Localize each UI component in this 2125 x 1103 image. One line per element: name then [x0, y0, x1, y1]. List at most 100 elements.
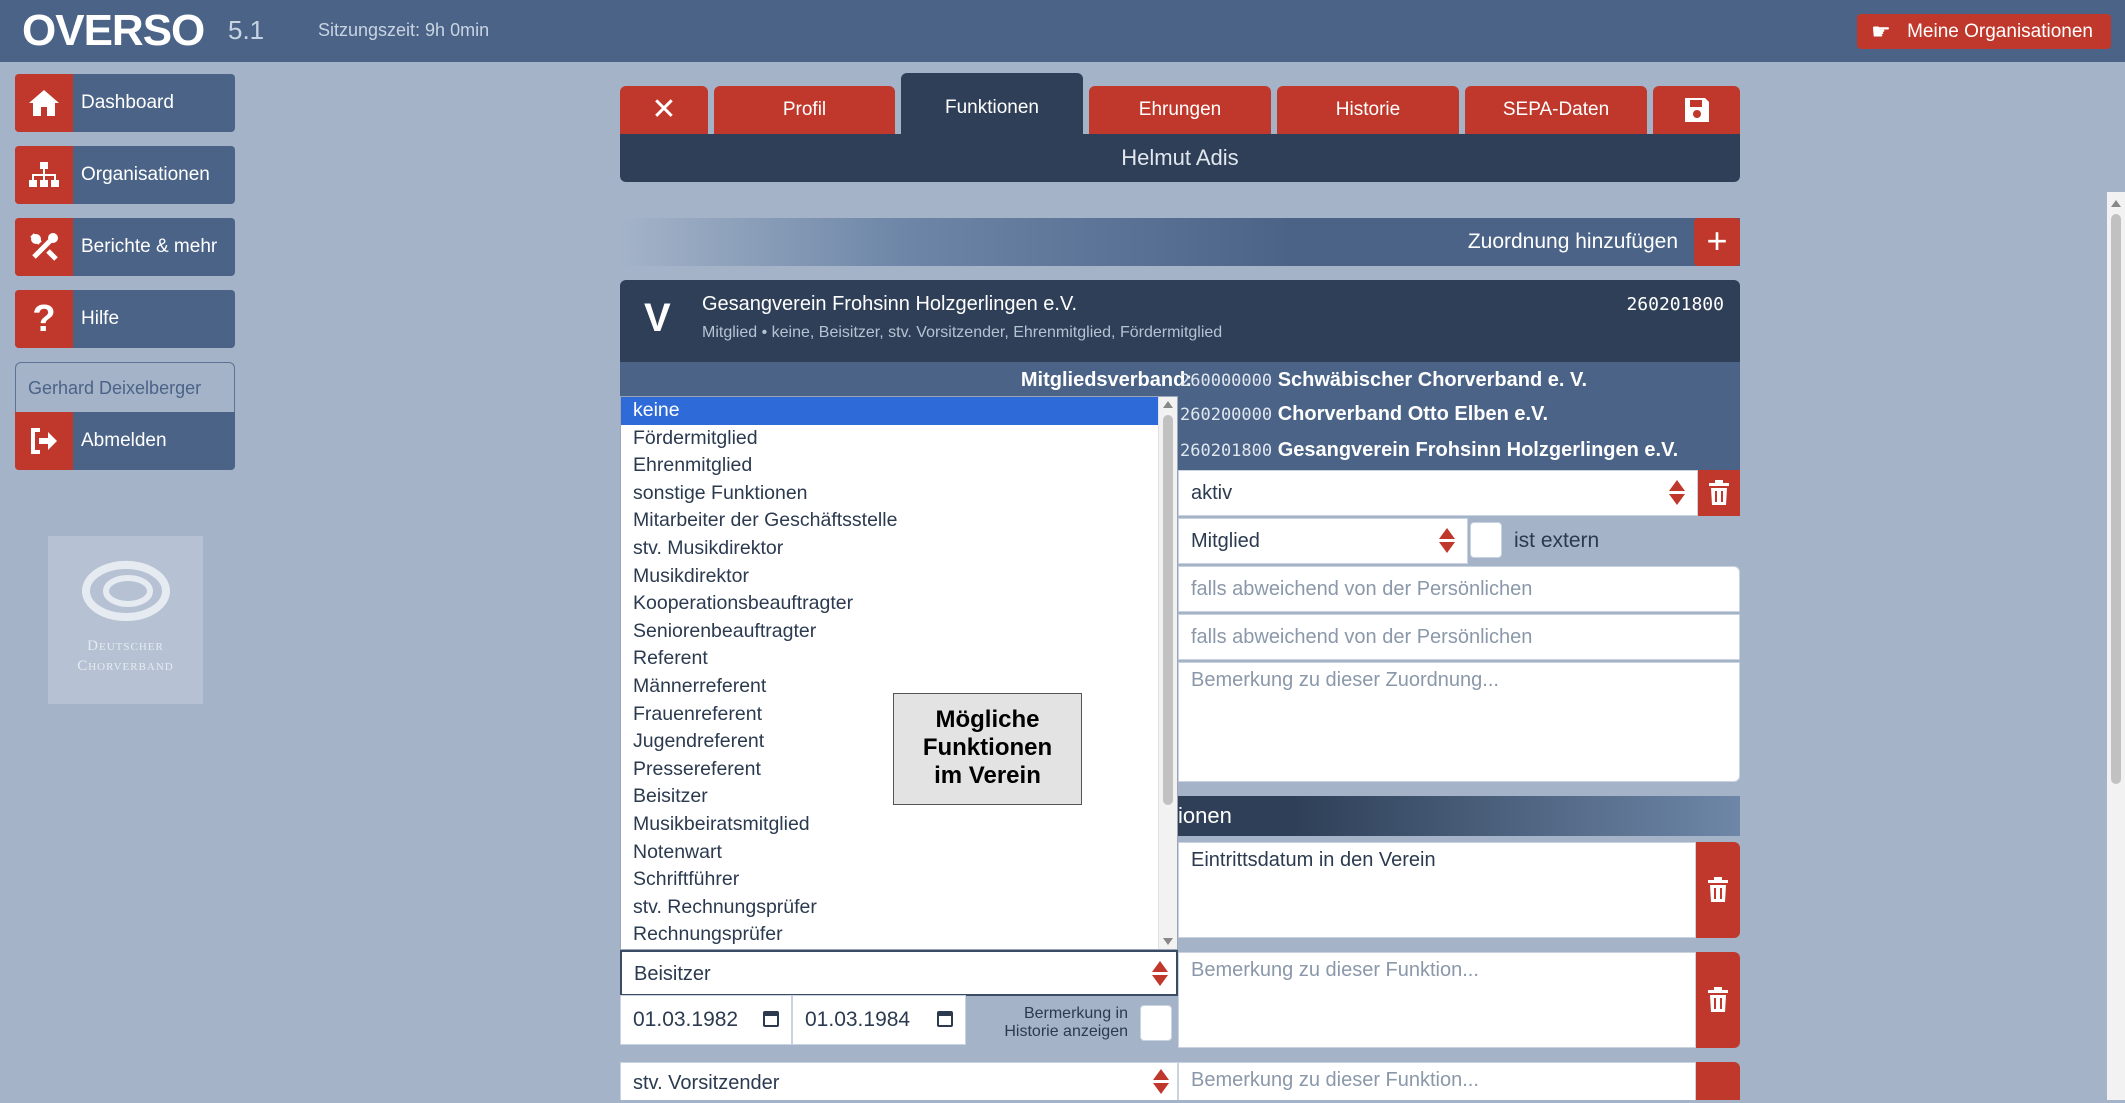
hierarchy-name: Gesangverein Frohsinn Holzgerlingen e.V. [1277, 439, 1679, 461]
deviating-field-1[interactable]: falls abweichend von der Persönlichen [1178, 566, 1740, 612]
date-to-value: 01.03.1984 [805, 1008, 911, 1031]
functions-heading: ionen [1178, 803, 1232, 828]
hierarchy-name: Chorverband Otto Elben e.V. [1277, 403, 1549, 425]
partner-logo-text: Deutscher Chorverband [48, 636, 203, 676]
date-to-input[interactable]: 01.03.1984 [792, 995, 966, 1045]
dropdown-option[interactable]: Kooperationsbeauftragter [621, 590, 1159, 618]
partner-logo-line: Deutscher [87, 638, 164, 654]
date-from-value: 01.03.1982 [633, 1008, 739, 1031]
date-from-input[interactable]: 01.03.1982 [620, 995, 792, 1045]
organisation-summary: Mitglied • keine, Beisitzer, stv. Vorsit… [702, 324, 1223, 341]
save-icon [1684, 98, 1709, 122]
scroll-up-icon[interactable] [1163, 401, 1173, 408]
save-button[interactable] [1653, 86, 1740, 134]
close-tab-button[interactable]: ✕ [620, 86, 708, 134]
dropdown-option[interactable]: Notenwart [621, 839, 1159, 867]
app-logo[interactable]: OVERSO [22, 4, 205, 58]
hierarchy-row: 260200000 Chorverband Otto Elben e.V. [1180, 396, 1548, 432]
annotation-line: im Verein [934, 762, 1041, 789]
plus-icon: + [1706, 220, 1728, 261]
function-value: stv. Vorsitzender [633, 1072, 780, 1094]
assignment-note-field[interactable]: Bemerkung zu dieser Zuordnung... [1178, 662, 1740, 782]
role-value: Mitglied [1191, 530, 1260, 552]
extern-label: ist extern [1514, 529, 1600, 552]
dropdown-option[interactable]: stv. Musikdirektor [621, 535, 1159, 563]
dropdown-option[interactable]: Rechnungsprüfer [621, 921, 1159, 949]
delete-assignment-button[interactable] [1698, 470, 1740, 516]
tab-profil[interactable]: Profil [714, 86, 895, 134]
dropdown-option[interactable]: Referent [621, 645, 1159, 673]
extern-checkbox[interactable] [1470, 522, 1502, 558]
dropdown-scrollbar[interactable] [1158, 397, 1177, 949]
my-organisations-label: Meine Organisationen [1907, 21, 2093, 42]
hierarchy-row: 260000000 Schwäbischer Chorverband e. V. [1180, 362, 1587, 399]
deutscher-chorverband-logo: Deutscher Chorverband [48, 536, 203, 704]
scroll-thumb[interactable] [1163, 415, 1173, 805]
deviating-field-2[interactable]: falls abweichend von der Persönlichen [1178, 614, 1740, 660]
annotation-line: Funktionen [922, 734, 1053, 761]
calendar-icon[interactable] [937, 1011, 953, 1027]
dropdown-option[interactable]: Seniorenbeauftragter [621, 618, 1159, 646]
function-note-field[interactable]: Bemerkung zu dieser Funktion... [1178, 1062, 1696, 1100]
status-value: aktiv [1191, 482, 1233, 504]
organisation-name: Gesangverein Frohsinn Holzgerlingen e.V. [702, 293, 1078, 315]
delete-function-button[interactable] [1696, 952, 1740, 1048]
status-select[interactable]: aktiv [1178, 470, 1698, 516]
app-version: 5.1 [228, 15, 265, 45]
logout-button[interactable]: Abmelden [15, 412, 235, 470]
tab-sepa-daten[interactable]: SEPA-Daten [1465, 86, 1647, 134]
dropdown-option[interactable]: Fördermitglied [621, 425, 1159, 453]
history-toggle-line: Bermerkung in [1023, 1005, 1128, 1022]
delete-function-button[interactable] [1696, 1062, 1740, 1100]
dropdown-option[interactable]: Musikbeiratsmitglied [621, 811, 1159, 839]
delete-function-button[interactable] [1696, 842, 1740, 938]
add-assignment-label: Zuordnung hinzufügen [1467, 230, 1678, 253]
sign-out-icon [15, 412, 73, 470]
function-value: Beisitzer [634, 963, 711, 985]
partner-logo-line: Chorverband [77, 658, 174, 674]
scroll-down-icon[interactable] [1163, 938, 1173, 945]
scroll-thumb[interactable] [2111, 214, 2121, 784]
history-toggle-line: Historie anzeigen [1004, 1023, 1128, 1040]
dropdown-option[interactable]: Mitarbeiter der Geschäftsstelle [621, 507, 1159, 535]
organisation-header[interactable]: V Gesangverein Frohsinn Holzgerlingen e.… [620, 280, 1740, 362]
select-arrows-icon [1152, 959, 1168, 989]
sidebar-item-label: Organisationen [81, 164, 210, 185]
hand-pointer-icon: ☛ [1871, 19, 1891, 44]
tab-historie[interactable]: Historie [1277, 86, 1459, 134]
scroll-up-icon[interactable] [2111, 200, 2121, 207]
sidebar-item-label: Berichte & mehr [81, 236, 218, 257]
select-arrows-icon [1153, 1067, 1169, 1097]
my-organisations-button[interactable]: ☛ Meine Organisationen [1857, 14, 2111, 49]
annotation-callout: Mögliche Funktionen im Verein [893, 693, 1082, 805]
tab-funktionen[interactable]: Funktionen [901, 73, 1083, 134]
sitemap-icon [15, 146, 73, 204]
page-scrollbar[interactable] [2107, 192, 2125, 1100]
home-icon [15, 74, 73, 132]
tab-ehrungen[interactable]: Ehrungen [1089, 86, 1271, 134]
trash-icon [1708, 877, 1728, 902]
dropdown-option[interactable]: Musikdirektor [621, 563, 1159, 591]
sidebar-item-berichte[interactable]: Berichte & mehr [15, 218, 235, 276]
dropdown-option[interactable]: keine [621, 397, 1159, 425]
function-select[interactable]: Beisitzer [620, 950, 1178, 996]
history-checkbox[interactable] [1140, 1005, 1172, 1041]
function-select[interactable]: stv. Vorsitzender [620, 1062, 1178, 1100]
sidebar-item-hilfe[interactable]: ? Hilfe [15, 290, 235, 348]
add-assignment-bar: Zuordnung hinzufügen + [620, 218, 1740, 266]
entry-note-field[interactable]: Eintrittsdatum in den Verein [1178, 842, 1696, 938]
dropdown-option[interactable]: Ehrenmitglied [621, 452, 1159, 480]
function-note-field[interactable]: Bemerkung zu dieser Funktion... [1178, 952, 1696, 1048]
sidebar-item-organisationen[interactable]: Organisationen [15, 146, 235, 204]
dropdown-option[interactable]: Schriftführer [621, 866, 1159, 894]
dropdown-option[interactable]: stv. Rechnungsprüfer [621, 894, 1159, 922]
function-dropdown-list[interactable]: keine Fördermitglied Ehrenmitglied sonstige… [620, 396, 1178, 950]
annotation-line: Mögliche [935, 706, 1040, 733]
top-bar: OVERSO 5.1 Sitzungszeit: 9h 0min ☛ Meine… [0, 0, 2125, 62]
calendar-icon[interactable] [763, 1011, 779, 1027]
role-select[interactable]: Mitglied [1178, 518, 1468, 564]
chorverband-emblem-icon [82, 560, 170, 621]
add-assignment-button[interactable]: + [1694, 218, 1740, 266]
sidebar-item-dashboard[interactable]: Dashboard [15, 74, 235, 132]
dropdown-option[interactable]: sonstige Funktionen [621, 480, 1159, 508]
